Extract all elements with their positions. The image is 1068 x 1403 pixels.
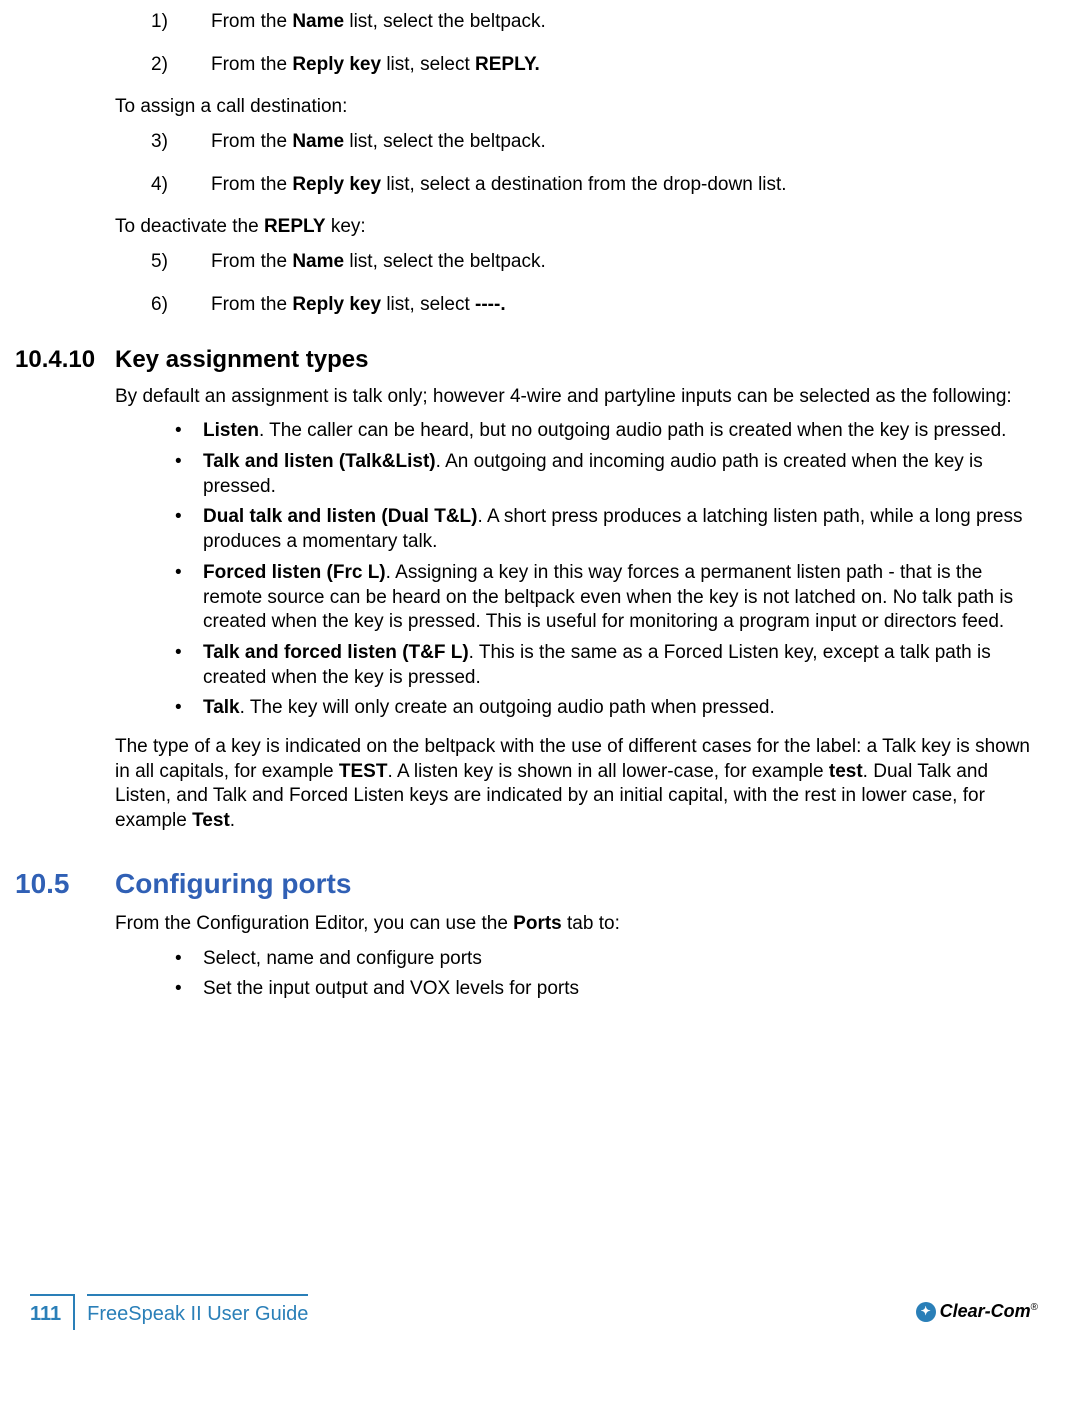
step-5: 5) From the Name list, select the beltpa… bbox=[151, 250, 1038, 275]
paragraph-deactivate: To deactivate the REPLY key: bbox=[115, 215, 1038, 240]
bullet-icon: • bbox=[175, 977, 203, 1002]
page-number: 111 bbox=[30, 1294, 75, 1330]
guide-title: FreeSpeak II User Guide bbox=[87, 1294, 308, 1330]
section-number: 10.5 bbox=[15, 866, 115, 902]
bullet-talk: • Talk. The key will only create an outg… bbox=[175, 696, 1038, 721]
section-number: 10.4.10 bbox=[15, 344, 115, 375]
step-number: 4) bbox=[151, 173, 211, 198]
step-2: 2) From the Reply key list, select REPLY… bbox=[151, 53, 1038, 78]
bullet-text: Talk. The key will only create an outgoi… bbox=[203, 696, 775, 721]
section-title: Configuring ports bbox=[115, 866, 351, 902]
page-footer: 111 FreeSpeak II User Guide ✦ Clear-Com® bbox=[30, 1286, 1038, 1330]
bullet-text: Dual talk and listen (Dual T&L). A short… bbox=[203, 505, 1038, 554]
heading-10-5: 10.5 Configuring ports bbox=[115, 866, 1038, 902]
step-text: From the Reply key list, select REPLY. bbox=[211, 53, 540, 78]
clearcom-logo: ✦ Clear-Com® bbox=[916, 1300, 1038, 1323]
bullet-icon: • bbox=[175, 450, 203, 499]
bullet-talk-forced-listen: • Talk and forced listen (T&F L). This i… bbox=[175, 641, 1038, 690]
bullet-select-ports: • Select, name and configure ports bbox=[175, 947, 1038, 972]
bullet-text: Talk and listen (Talk&List). An outgoing… bbox=[203, 450, 1038, 499]
bullet-forced-listen: • Forced listen (Frc L). Assigning a key… bbox=[175, 561, 1038, 635]
bullet-listen: • Listen. The caller can be heard, but n… bbox=[175, 419, 1038, 444]
heading-10-4-10: 10.4.10 Key assignment types bbox=[115, 344, 1038, 375]
step-text: From the Name list, select the beltpack. bbox=[211, 250, 546, 275]
bullet-text: Forced listen (Frc L). Assigning a key i… bbox=[203, 561, 1038, 635]
ports-intro: From the Configuration Editor, you can u… bbox=[115, 912, 1038, 937]
step-text: From the Name list, select the beltpack. bbox=[211, 10, 546, 35]
intro-text: By default an assignment is talk only; h… bbox=[115, 385, 1038, 410]
step-number: 6) bbox=[151, 293, 211, 318]
step-1: 1) From the Name list, select the beltpa… bbox=[151, 10, 1038, 35]
bullet-icon: • bbox=[175, 641, 203, 690]
bullet-talk-listen: • Talk and listen (Talk&List). An outgoi… bbox=[175, 450, 1038, 499]
bullet-text: Listen. The caller can be heard, but no … bbox=[203, 419, 1006, 444]
step-text: From the Name list, select the beltpack. bbox=[211, 130, 546, 155]
bullet-text: Select, name and configure ports bbox=[203, 947, 482, 972]
key-type-paragraph: The type of a key is indicated on the be… bbox=[115, 735, 1038, 834]
bullet-icon: • bbox=[175, 561, 203, 635]
bullet-icon: • bbox=[175, 947, 203, 972]
logo-text: Clear-Com® bbox=[940, 1300, 1038, 1323]
step-6: 6) From the Reply key list, select ----. bbox=[151, 293, 1038, 318]
section-title: Key assignment types bbox=[115, 344, 368, 375]
step-text: From the Reply key list, select ----. bbox=[211, 293, 506, 318]
bullet-dual-talk-listen: • Dual talk and listen (Dual T&L). A sho… bbox=[175, 505, 1038, 554]
step-number: 1) bbox=[151, 10, 211, 35]
globe-icon: ✦ bbox=[916, 1302, 936, 1322]
bullet-text: Talk and forced listen (T&F L). This is … bbox=[203, 641, 1038, 690]
paragraph-assign-call: To assign a call destination: bbox=[115, 95, 1038, 120]
step-4: 4) From the Reply key list, select a des… bbox=[151, 173, 1038, 198]
step-number: 3) bbox=[151, 130, 211, 155]
step-number: 5) bbox=[151, 250, 211, 275]
step-number: 2) bbox=[151, 53, 211, 78]
step-3: 3) From the Name list, select the beltpa… bbox=[151, 130, 1038, 155]
bullet-icon: • bbox=[175, 696, 203, 721]
step-text: From the Reply key list, select a destin… bbox=[211, 173, 787, 198]
bullet-text: Set the input output and VOX levels for … bbox=[203, 977, 579, 1002]
bullet-icon: • bbox=[175, 419, 203, 444]
bullet-icon: • bbox=[175, 505, 203, 554]
bullet-set-levels: • Set the input output and VOX levels fo… bbox=[175, 977, 1038, 1002]
